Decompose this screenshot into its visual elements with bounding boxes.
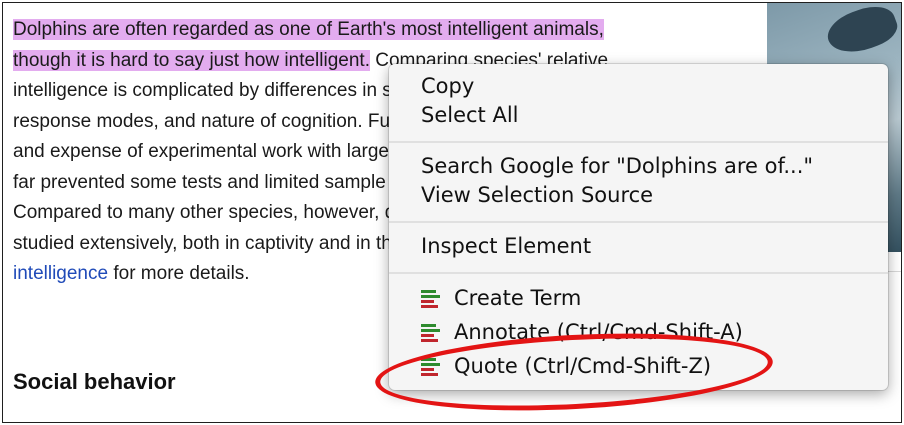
selected-text: though it is hard to say just how intell… [13, 49, 370, 71]
extension-icon [421, 289, 440, 308]
dolphin-shape [822, 3, 901, 61]
menu-item-create-term[interactable]: Create Term [421, 284, 581, 312]
intelligence-link[interactable]: intelligence [13, 263, 108, 284]
article-line: Dolphins are often regarded as one of Ea… [13, 15, 753, 46]
menu-item-copy[interactable]: Copy [421, 72, 474, 100]
selected-text: Dolphins are often regarded as one of Ea… [13, 19, 604, 40]
menu-item-label: Create Term [454, 286, 582, 310]
menu-separator [389, 141, 888, 143]
section-heading: Social behavior [13, 369, 176, 394]
menu-separator [389, 221, 888, 223]
menu-item-select-all[interactable]: Select All [421, 101, 519, 129]
menu-item-inspect-element[interactable]: Inspect Element [421, 232, 591, 260]
menu-separator [389, 272, 888, 274]
menu-item-search-google[interactable]: Search Google for "Dolphins are of..." [421, 152, 813, 180]
article-text: for more details. [108, 263, 250, 284]
menu-item-view-selection-source[interactable]: View Selection Source [421, 181, 653, 209]
extension-icon [421, 323, 440, 342]
